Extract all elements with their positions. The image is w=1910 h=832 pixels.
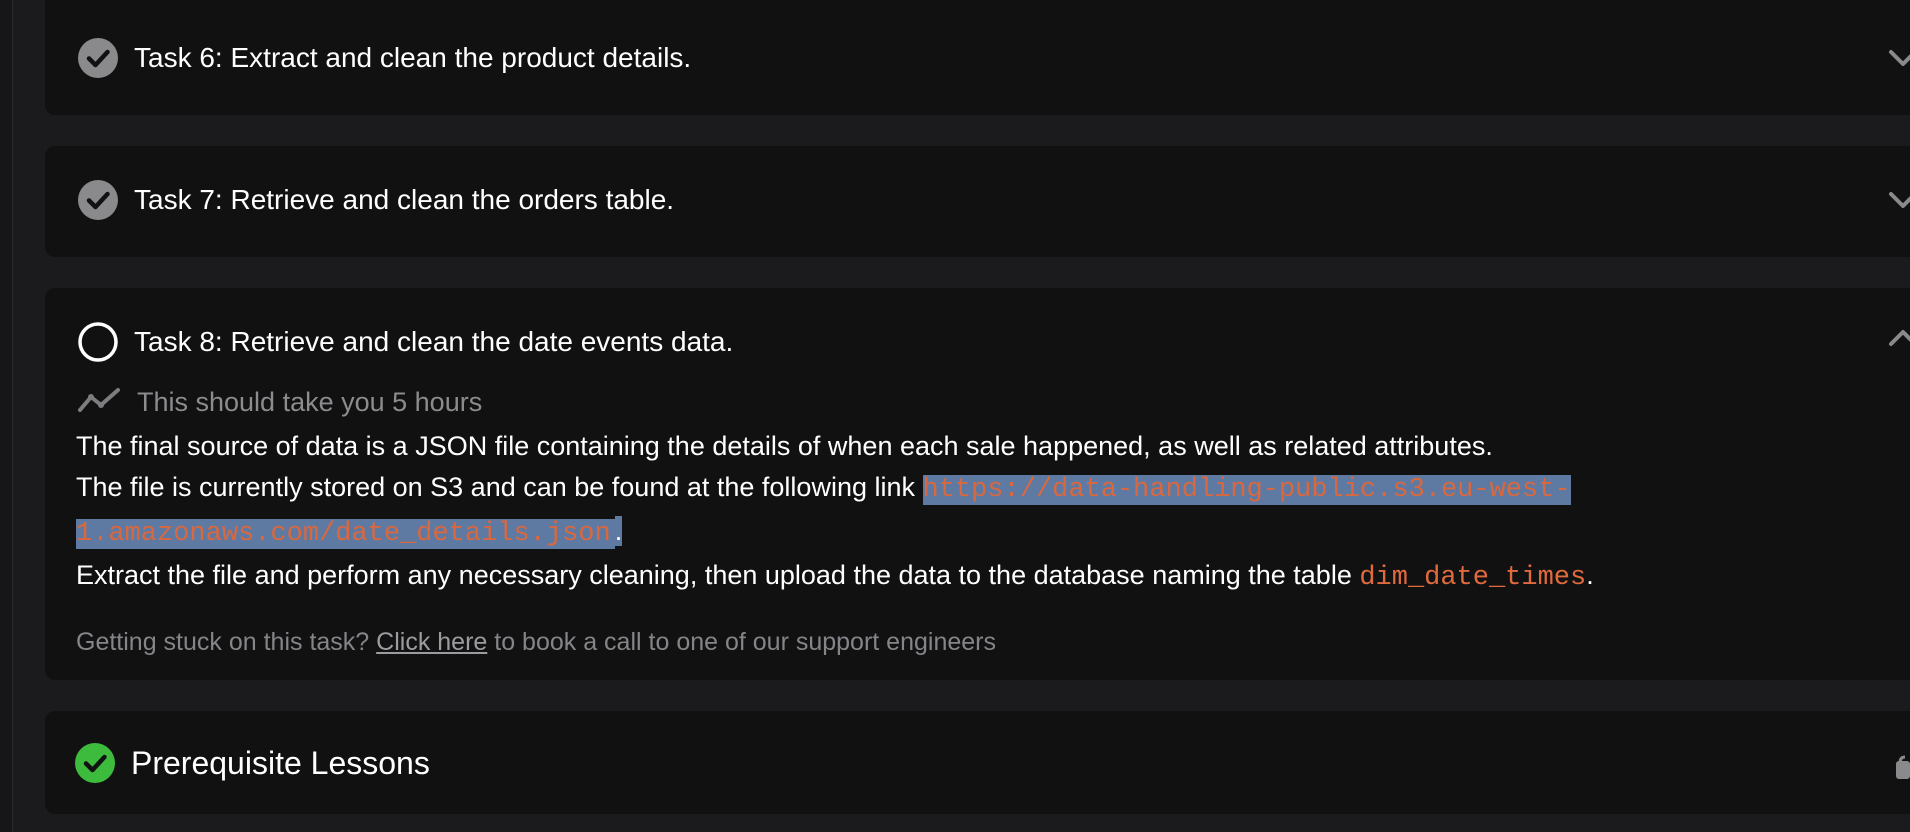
check-circle-icon [78, 38, 118, 78]
task-card-6[interactable]: Task 6: Extract and clean the product de… [45, 0, 1910, 115]
chevron-down-icon[interactable] [1883, 38, 1910, 78]
table-name-code: dim_date_times [1359, 563, 1587, 593]
trend-line-icon [77, 385, 123, 420]
task-title: Task 6: Extract and clean the product de… [134, 42, 692, 73]
description-line: Extract the file and perform any necessa… [76, 555, 1906, 599]
description-line: The final source of data is a JSON file … [76, 426, 1906, 467]
support-help-text: Getting stuck on this task? Click here t… [76, 628, 996, 657]
help-suffix: to book a call to one of our support eng… [487, 628, 996, 656]
description-line: The file is currently stored on S3 and c… [76, 467, 1906, 555]
prerequisite-card[interactable]: Prerequisite Lessons [45, 711, 1910, 814]
duration-text: This should take you 5 hours [137, 386, 483, 417]
task-header-8[interactable]: Task 8: Retrieve and clean the date even… [78, 320, 733, 364]
chevron-up-icon[interactable] [1883, 318, 1910, 358]
check-circle-icon [75, 743, 115, 783]
task-header-7[interactable]: Task 7: Retrieve and clean the orders ta… [78, 178, 674, 222]
book-call-link[interactable]: Click here [376, 628, 487, 656]
empty-circle-icon [78, 322, 118, 362]
duration-row: This should take you 5 hours [77, 384, 482, 420]
task-card-7[interactable]: Task 7: Retrieve and clean the orders ta… [45, 146, 1910, 257]
lock-icon [1896, 745, 1910, 781]
help-prefix: Getting stuck on this task? [76, 628, 377, 656]
prerequisite-title: Prerequisite Lessons [131, 744, 430, 781]
description-text: Extract the file and perform any necessa… [76, 560, 1360, 590]
task-description: The final source of data is a JSON file … [76, 426, 1906, 599]
chevron-down-icon[interactable] [1883, 180, 1910, 220]
task-title: Task 8: Retrieve and clean the date even… [134, 326, 734, 357]
description-text: . [1586, 560, 1594, 590]
task-title: Task 7: Retrieve and clean the orders ta… [134, 184, 675, 215]
task-card-8[interactable]: Task 8: Retrieve and clean the date even… [45, 288, 1910, 680]
task-header-6[interactable]: Task 6: Extract and clean the product de… [78, 36, 691, 80]
description-text: The final source of data is a JSON file … [76, 431, 1493, 461]
description-text: . [614, 516, 623, 546]
left-rail [0, 0, 13, 832]
prerequisite-header[interactable]: Prerequisite Lessons [75, 741, 430, 785]
check-circle-icon [78, 180, 118, 220]
description-text: The file is currently stored on S3 and c… [76, 472, 923, 502]
